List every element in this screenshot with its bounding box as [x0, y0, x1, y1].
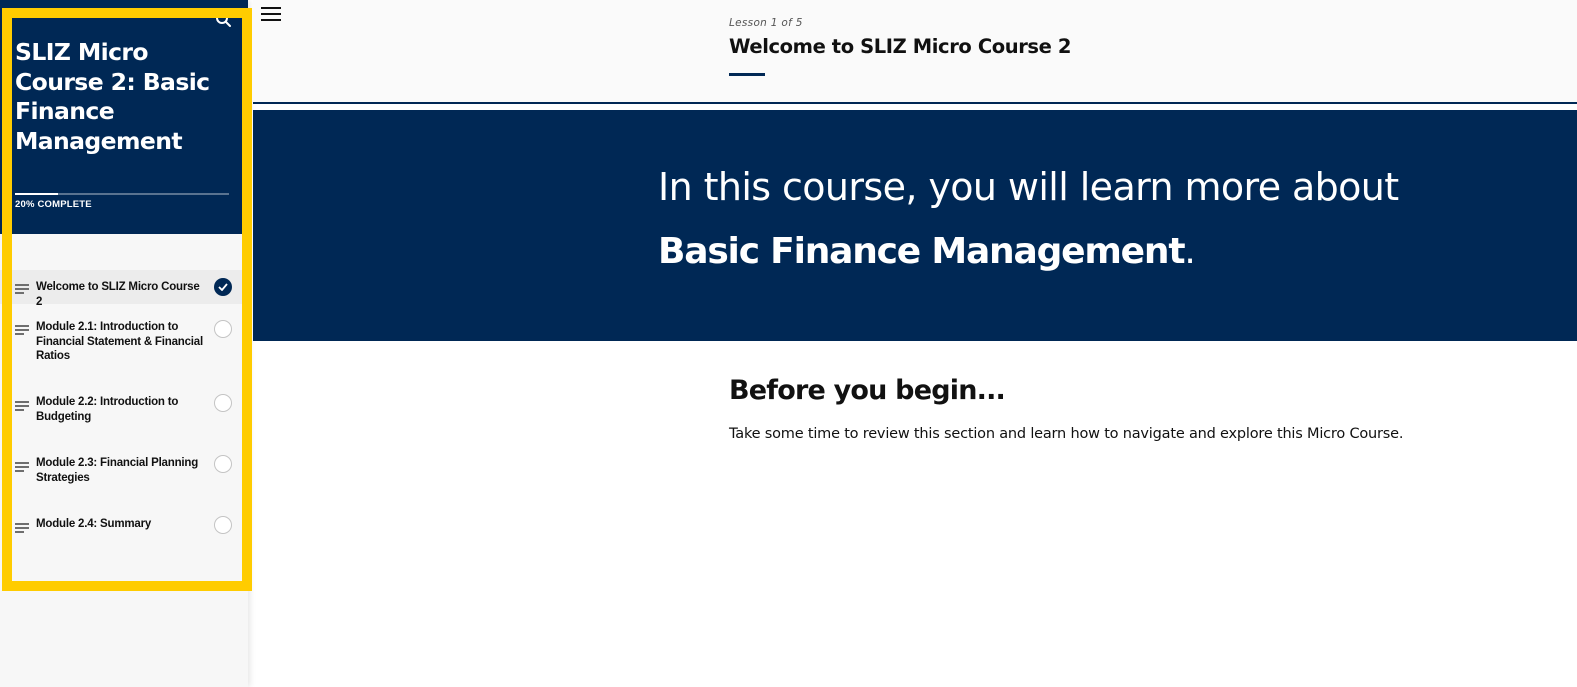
lesson-item-welcome[interactable]: Welcome to SLIZ Micro Course 2 [0, 270, 248, 308]
incomplete-circle-icon [214, 516, 232, 534]
completed-check-icon [214, 278, 232, 296]
banner-intro-text: In this course, you will learn more abou… [658, 165, 1399, 209]
lesson-item-module-2-4[interactable]: Module 2.4: Summary [0, 502, 248, 552]
lesson-item-label: Module 2.4: Summary [36, 518, 152, 530]
banner-topic-text: Basic Finance Management. [658, 231, 1196, 272]
lesson-counter: Lesson 1 of 5 [729, 17, 803, 29]
course-progress-bar [15, 193, 229, 195]
lesson-title: Welcome to SLIZ Micro Course 2 [729, 35, 1072, 58]
course-title: SLIZ Micro Course 2: Basic Finance Manag… [15, 38, 210, 155]
lesson-drag-icon [15, 325, 29, 335]
title-underline [729, 73, 765, 76]
search-icon[interactable] [214, 10, 234, 30]
lesson-header: Lesson 1 of 5 Welcome to SLIZ Micro Cour… [253, 0, 1577, 104]
lesson-item-module-2-2[interactable]: Module 2.2: Introduction to Budgeting [0, 380, 248, 440]
hamburger-menu-icon[interactable] [261, 7, 281, 23]
lesson-item-module-2-3[interactable]: Module 2.3: Financial Planning Strategie… [0, 440, 248, 502]
lesson-item-label: Module 2.2: Introduction to Budgeting [36, 396, 179, 423]
incomplete-circle-icon [214, 394, 232, 412]
banner-topic-period: . [1184, 231, 1195, 272]
lesson-drag-icon [15, 284, 29, 294]
incomplete-circle-icon [214, 455, 232, 473]
progress-label: 20% COMPLETE [15, 199, 92, 210]
course-banner: In this course, you will learn more abou… [253, 110, 1577, 341]
course-progress-fill [15, 193, 58, 195]
sidebar-header: SLIZ Micro Course 2: Basic Finance Manag… [0, 0, 248, 234]
lesson-drag-icon [15, 523, 29, 533]
banner-topic-bold: Basic Finance Management [658, 231, 1186, 272]
lesson-item-module-2-1[interactable]: Module 2.1: Introduction to Financial St… [0, 304, 248, 380]
section-heading: Before you begin... [729, 375, 1006, 406]
lesson-drag-icon [15, 462, 29, 472]
course-sidebar: SLIZ Micro Course 2: Basic Finance Manag… [0, 0, 248, 687]
lesson-item-label: Module 2.1: Introduction to Financial St… [36, 321, 203, 362]
lesson-item-label: Module 2.3: Financial Planning Strategie… [36, 457, 199, 484]
lesson-drag-icon [15, 401, 29, 411]
section-body-text: Take some time to review this section an… [729, 426, 1404, 442]
incomplete-circle-icon [214, 320, 232, 338]
